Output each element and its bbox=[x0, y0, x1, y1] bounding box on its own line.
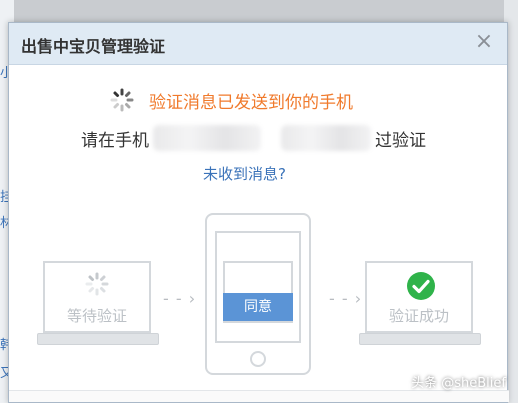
resend-link[interactable]: 未收到消息? bbox=[203, 163, 286, 184]
phone-instruction: 请在手机 过验证 bbox=[81, 123, 426, 153]
close-icon[interactable]: × bbox=[473, 31, 495, 53]
watermark: 头条 @sheBlief bbox=[411, 376, 506, 391]
success-laptop: 验证成功 bbox=[365, 261, 473, 333]
phone-instruction-suffix: 过验证 bbox=[375, 130, 426, 151]
loading-spinner-icon bbox=[85, 272, 109, 296]
verification-dialog: 出售中宝贝管理验证 × 验证消息已发送到你的手机 请在手机 过验证 未收到消息? bbox=[8, 22, 509, 403]
phone-illustration: 同意 bbox=[205, 213, 311, 375]
waiting-laptop-base bbox=[37, 333, 159, 345]
success-laptop-base bbox=[359, 333, 481, 345]
waiting-laptop: 等待验证 bbox=[43, 261, 151, 333]
agree-button: 同意 bbox=[223, 293, 293, 321]
phone-home-button bbox=[250, 351, 266, 367]
dialog-title: 出售中宝贝管理验证 bbox=[21, 37, 166, 56]
loading-spinner-icon bbox=[110, 88, 134, 112]
waiting-label: 等待验证 bbox=[66, 307, 127, 325]
redacted-phone-part-2 bbox=[281, 125, 371, 151]
redacted-phone-part-1 bbox=[153, 125, 261, 151]
status-row: 验证消息已发送到你的手机 bbox=[109, 87, 353, 113]
phone-screen: 同意 bbox=[215, 231, 301, 343]
flow-arrow-right: - - › bbox=[329, 289, 363, 308]
phone-dialog: 同意 bbox=[223, 261, 293, 323]
success-check-icon bbox=[407, 272, 435, 300]
dialog-footer bbox=[9, 390, 509, 402]
dialog-titlebar: 出售中宝贝管理验证 × bbox=[9, 23, 507, 65]
phone-instruction-prefix: 请在手机 bbox=[81, 130, 149, 151]
success-label: 验证成功 bbox=[388, 307, 449, 325]
status-message: 验证消息已发送到你的手机 bbox=[149, 92, 353, 113]
flow-arrow-left: - - › bbox=[163, 289, 197, 308]
verification-flow-diagram: 等待验证 - - › 同意 - - › 验证成功 bbox=[9, 209, 509, 399]
